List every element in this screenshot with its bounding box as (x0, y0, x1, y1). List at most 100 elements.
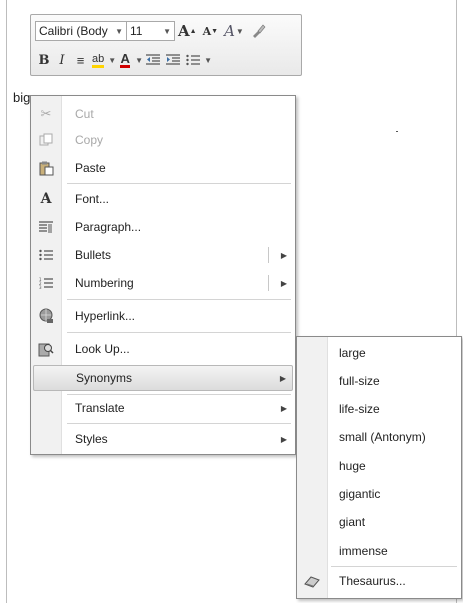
menu-item-label: Copy (75, 133, 104, 147)
menu-item-label: Cut (75, 107, 94, 121)
thesaurus-item[interactable]: Thesaurus... (299, 568, 459, 594)
menu-item-icon-blank (34, 368, 60, 388)
menu-item-paste[interactable]: Paste (33, 155, 293, 181)
synonym-item[interactable]: gigantic (299, 481, 459, 507)
synonym-label: small (Antonym) (339, 430, 426, 444)
font-color-icon: A (120, 50, 130, 68)
lookup-icon (33, 339, 59, 359)
menu-item-label: Styles (75, 432, 108, 446)
shrink-font-button[interactable]: A ▼ (200, 21, 221, 41)
chevron-right-icon[interactable]: ▶ (281, 279, 287, 288)
synonym-item[interactable]: large (299, 340, 459, 366)
menu-item-synonyms[interactable]: Synonyms ▶ (33, 365, 293, 391)
bullets-icon (33, 245, 59, 265)
font-icon: A (40, 191, 52, 207)
synonym-item[interactable]: life-size (299, 396, 459, 422)
chevron-right-icon[interactable]: ▶ (280, 374, 286, 383)
styles-icon: A (224, 22, 235, 40)
svg-text:3: 3 (39, 285, 42, 289)
menu-item-cut[interactable]: ✂ Cut (33, 101, 293, 127)
toolbar-row-2: B I ≡ ab ▼ A ▼ ▼ (35, 48, 212, 72)
menu-item-copy[interactable]: Copy (33, 127, 293, 153)
menu-item-label: Paragraph... (75, 220, 142, 234)
synonym-item[interactable]: huge (299, 453, 459, 479)
selected-word[interactable]: big (13, 90, 30, 105)
grow-font-icon: A (178, 22, 190, 40)
synonyms-submenu: large full-size life-size small (Antonym… (296, 336, 462, 599)
highlight-button[interactable]: ab (89, 50, 107, 70)
center-align-button[interactable]: ≡ (71, 50, 89, 70)
synonym-label: life-size (339, 402, 380, 416)
context-menu: ✂ Cut Copy Paste A Font... Paragraph... … (30, 95, 296, 455)
menu-separator (67, 299, 291, 300)
menu-item-label: Synonyms (76, 371, 133, 385)
format-painter-icon (252, 24, 266, 38)
menu-separator (67, 183, 291, 184)
menu-item-look-up[interactable]: Look Up... (33, 336, 293, 362)
shrink-font-icon: A (202, 24, 212, 38)
menu-separator (331, 566, 457, 567)
synonym-label: giant (339, 515, 366, 529)
highlight-icon: ab (92, 53, 105, 68)
chevron-down-icon[interactable]: ▼ (163, 27, 171, 36)
synonym-label: full-size (339, 374, 380, 388)
synonym-label: huge (339, 459, 366, 473)
menu-item-paragraph[interactable]: Paragraph... (33, 214, 293, 240)
synonym-label: immense (339, 544, 388, 558)
hyperlink-icon (33, 306, 59, 326)
menu-separator (67, 423, 291, 424)
menu-item-label: Bullets (75, 248, 112, 262)
bullets-icon (186, 54, 201, 66)
styles-button[interactable]: A ▼ (221, 21, 247, 41)
text-cursor-mark (396, 131, 398, 132)
synonym-label: gigantic (339, 487, 381, 501)
synonym-item[interactable]: immense (299, 538, 459, 564)
numbering-icon: 123 (33, 273, 59, 293)
paste-icon (33, 158, 59, 178)
chevron-down-icon[interactable]: ▼ (135, 56, 143, 65)
menu-item-label: Numbering (75, 276, 134, 290)
chevron-down-icon[interactable]: ▼ (204, 56, 212, 65)
chevron-right-icon[interactable]: ▶ (281, 251, 287, 260)
thesaurus-label: Thesaurus... (339, 574, 406, 588)
grow-font-button[interactable]: A ▲ (175, 21, 200, 41)
decrease-indent-button[interactable] (143, 50, 163, 70)
menu-item-styles[interactable]: Styles ▶ (33, 426, 293, 452)
font-size-value: 11 (130, 24, 143, 38)
menu-item-label: Translate (75, 401, 125, 415)
bullets-button[interactable] (183, 50, 203, 70)
font-name-combo[interactable]: Calibri (Body ▼ (35, 21, 127, 41)
format-painter-button[interactable] (247, 21, 269, 41)
chevron-down-icon[interactable]: ▼ (236, 27, 244, 36)
chevron-right-icon[interactable]: ▶ (281, 404, 287, 413)
font-size-combo[interactable]: 11 ▼ (127, 21, 175, 41)
menu-separator (67, 332, 291, 333)
menu-item-translate[interactable]: Translate ▶ (33, 395, 293, 421)
synonym-label: large (339, 346, 366, 360)
menu-item-hyperlink[interactable]: Hyperlink... (33, 303, 293, 329)
menu-item-font[interactable]: A Font... (33, 186, 293, 212)
menu-item-label: Hyperlink... (75, 309, 136, 323)
synonym-item[interactable]: small (Antonym) (299, 424, 459, 450)
menu-item-bullets[interactable]: Bullets ▶ (33, 242, 293, 268)
scissors-icon: ✂ (40, 106, 52, 121)
split-divider (268, 247, 269, 263)
center-align-icon: ≡ (76, 52, 85, 68)
paragraph-icon (33, 217, 59, 237)
font-name-value: Calibri (Body (39, 24, 108, 38)
font-color-button[interactable]: A (116, 50, 134, 70)
synonym-item[interactable]: full-size (299, 368, 459, 394)
italic-button[interactable]: I (53, 50, 71, 70)
copy-icon (33, 130, 59, 150)
menu-item-numbering[interactable]: 123 Numbering ▶ (33, 270, 293, 296)
menu-item-label: Font... (75, 192, 110, 206)
chevron-right-icon[interactable]: ▶ (281, 435, 287, 444)
bold-button[interactable]: B (35, 50, 53, 70)
chevron-down-icon[interactable]: ▼ (115, 27, 123, 36)
increase-indent-button[interactable] (163, 50, 183, 70)
chevron-down-icon[interactable]: ▼ (108, 56, 116, 65)
menu-item-icon-blank (33, 398, 59, 418)
menu-item-label: Look Up... (75, 342, 130, 356)
synonym-item[interactable]: giant (299, 509, 459, 535)
toolbar-row-1: Calibri (Body ▼ 11 ▼ A ▲ A ▼ A ▼ (35, 19, 269, 43)
